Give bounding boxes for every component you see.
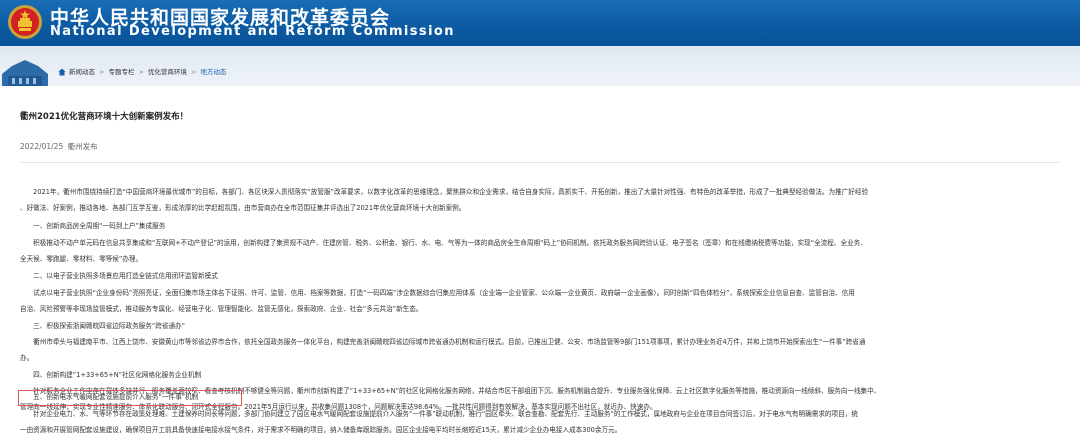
body-line: 全天候、零跑腿、零材料、零等候”办理。 <box>20 255 143 263</box>
national-emblem-icon <box>8 5 42 39</box>
body-line: 衢州市牵头与福建南平市、江西上饶市、安徽黄山市等邻省边界市合作，依托全国政务服务… <box>20 338 866 346</box>
body-line: 试点以电子营业执照“企业身份码”亮照亮证，全面归集市场主体名下证照、许可、监管、… <box>20 289 855 297</box>
body-line: 办。 <box>20 354 34 362</box>
article-date: 2022/01/25 <box>20 142 64 151</box>
breadcrumb-news[interactable]: 新闻动态 <box>69 68 95 76</box>
breadcrumb: 新闻动态 > 专题专栏 > 优化营商环境 > 地方动态 <box>58 66 226 76</box>
breadcrumb-business-env[interactable]: 优化营商环境 <box>148 68 187 76</box>
body-line: 、好做法、好案例，推动各地、各部门互学互鉴，形成浓厚的比学赶超氛围，由市营商办在… <box>20 204 466 212</box>
body-line: 二、以电子营业执照多场景应用打造全链式信用闭环监管新模式 <box>20 272 218 280</box>
body-line: 自治、风险预警等非现场监管模式，推动服务专属化、经营电子化、管理智能化、监管无感… <box>20 305 423 313</box>
building-silhouette-icon <box>2 60 48 86</box>
site-title-en: National Development and Reform Commissi… <box>50 24 455 39</box>
article-title: 衢州2021优化营商环境十大创新案例发布！ <box>20 112 189 122</box>
divider <box>20 162 1060 163</box>
breadcrumb-local-news[interactable]: 地方动态 <box>200 68 226 76</box>
body-line: 针对企业电力、水、气等环节存在政策处理难、土建保养时间长等问题，多部门协同建立了… <box>20 410 858 418</box>
home-icon[interactable] <box>58 68 66 76</box>
highlight-box <box>18 390 242 406</box>
body-line: 2021年，衢州市围绕持续打造“中国营商环境最优城市”的目标，各部门、各区块深入… <box>20 188 869 196</box>
body-line: 一、创新商品房全周期“一码到上户”集成服务 <box>20 222 166 230</box>
body-line: 四、创新构建“1+33+65+N”社区化网格化服务企业机制 <box>20 371 202 379</box>
body-line: 一由资源和开展管网配套设施建设，确保项目开工前具备快速接电接水接气条件，对于需求… <box>20 426 622 434</box>
body-line: 三、积极探索浙闽赣皖四省边际政务服务“跨省通办” <box>20 322 186 330</box>
article-meta: 2022/01/25 衢州发布 <box>20 141 98 152</box>
body-line: 积极推动不动产单元码在信息共享集成和“互联网+不动产登记”的运用，创新构建了集资… <box>20 239 867 247</box>
site-header: 中华人民共和国国家发展和改革委员会 National Development a… <box>0 0 1080 46</box>
article-source: 衢州发布 <box>67 142 98 151</box>
breadcrumb-topics[interactable]: 专题专栏 <box>108 68 134 76</box>
